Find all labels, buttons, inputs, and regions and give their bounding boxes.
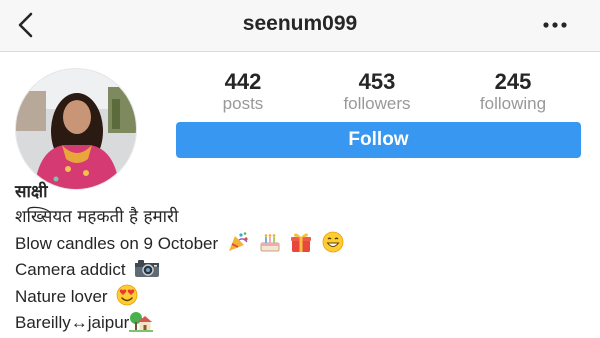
profile-bio: साक्षी शख्सियत महकती है हमारी Blow candl… — [15, 180, 585, 337]
bio-line-text: Blow candles on 9 October — [15, 233, 219, 253]
top-navigation-bar: seenum099 — [0, 0, 600, 52]
camera-icon — [133, 257, 160, 279]
party-popper-icon — [226, 231, 250, 253]
posts-label: posts — [222, 94, 264, 113]
avatar[interactable] — [15, 68, 137, 190]
bio-line: Bareilly↔jaipur — [15, 310, 585, 337]
heart-eyes-icon — [115, 284, 139, 306]
birthday-cake-icon — [258, 231, 282, 253]
following-count: 245 — [494, 69, 532, 94]
more-options-button[interactable] — [541, 18, 571, 32]
follow-button[interactable]: Follow — [176, 122, 581, 158]
posts-count-stat[interactable]: 442 posts — [188, 70, 298, 114]
posts-count: 442 — [224, 69, 262, 94]
followers-count-stat[interactable]: 453 followers — [322, 70, 432, 114]
grinning-face-icon — [321, 231, 345, 253]
followers-label: followers — [343, 94, 411, 113]
profile-photo — [16, 69, 136, 189]
followers-count: 453 — [358, 69, 396, 94]
bio-line: Camera addict — [15, 257, 585, 284]
bio-line-text: Nature lover — [15, 286, 108, 306]
more-horizontal-icon — [543, 22, 567, 28]
bio-line-text: Camera addict — [15, 260, 126, 279]
bio-line: Nature lover — [15, 284, 585, 311]
bio-line-text: Bareilly↔jaipur — [15, 313, 130, 332]
bio-line-text: शख्सियत महकती है हमारी — [15, 207, 179, 227]
bio-line: शख्सियत महकती है हमारी — [15, 204, 585, 231]
gift-icon — [289, 231, 313, 253]
bio-line: Blow candles on 9 October — [15, 231, 585, 258]
following-count-stat[interactable]: 245 following — [458, 70, 568, 114]
house-with-garden-icon — [129, 310, 154, 332]
profile-username-title: seenum099 — [242, 12, 358, 35]
following-label: following — [479, 94, 547, 113]
profile-display-name: साक्षी — [15, 182, 48, 202]
